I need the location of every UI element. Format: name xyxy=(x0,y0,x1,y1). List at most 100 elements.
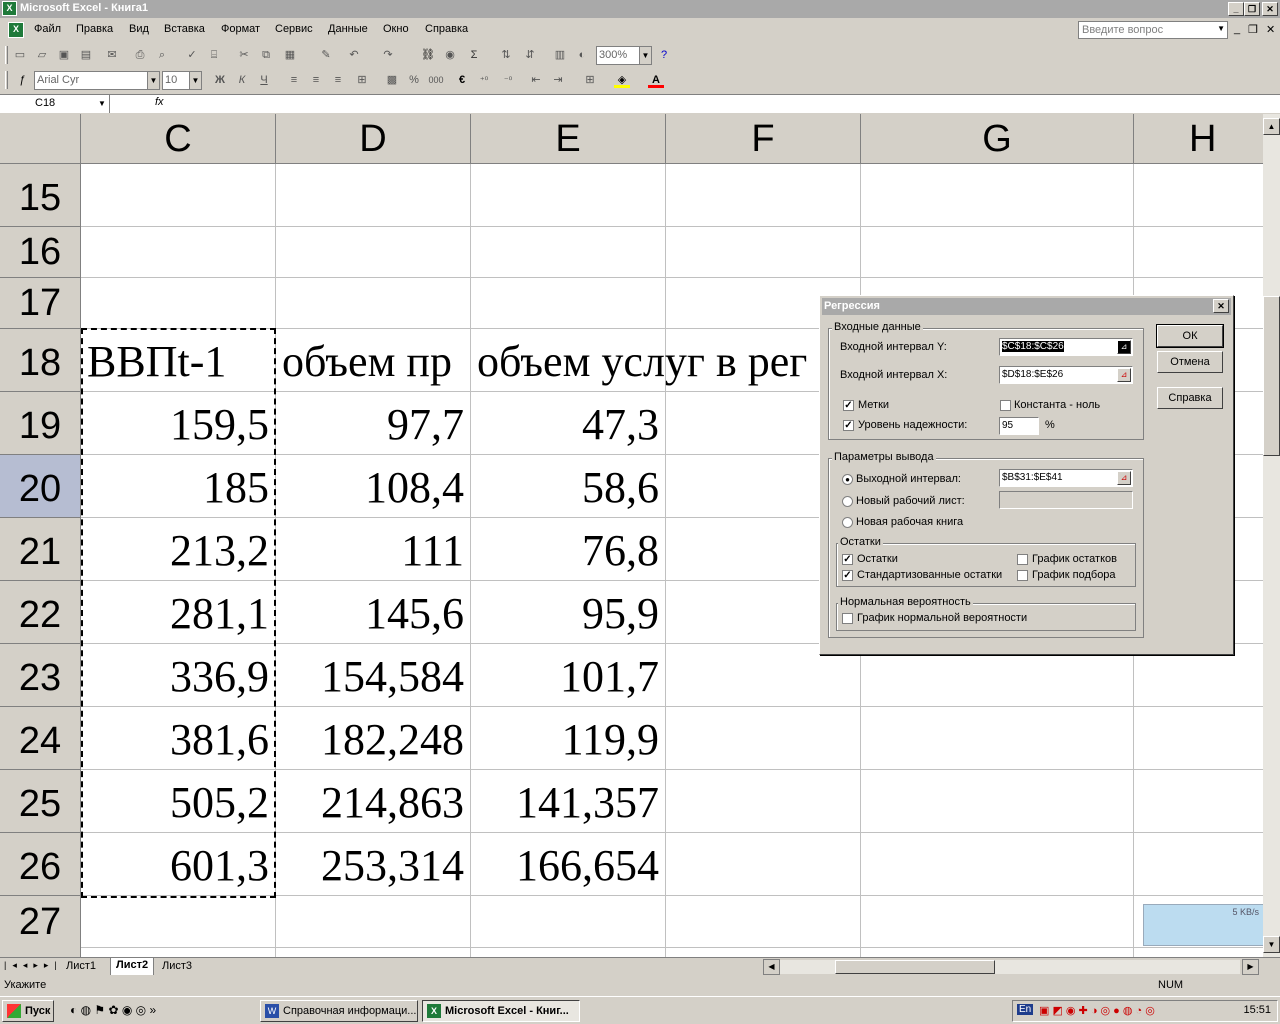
tab-nav-icons[interactable]: |◂◂▸▸| xyxy=(4,960,63,971)
row-header-24[interactable]: 24 xyxy=(0,707,81,770)
align-right-icon[interactable]: ≡ xyxy=(330,72,346,88)
row-header-22[interactable]: 22 xyxy=(0,581,81,644)
residuals-checkbox[interactable]: ✓ xyxy=(842,554,853,565)
taskbar-excel-window[interactable]: X Microsoft Excel - Книг... xyxy=(422,1000,580,1022)
research-icon[interactable]: ⌸ xyxy=(206,47,222,63)
menu-file[interactable]: Файл xyxy=(34,23,61,35)
std-residuals-checkbox[interactable]: ✓ xyxy=(842,570,853,581)
cell-e22[interactable]: 95,9 xyxy=(471,586,665,642)
language-indicator[interactable]: En xyxy=(1017,1004,1034,1015)
toolbar-grip[interactable] xyxy=(5,46,8,64)
paste-icon[interactable]: ▦ xyxy=(282,47,298,63)
constant-zero-checkbox[interactable] xyxy=(1000,400,1011,411)
merge-center-icon[interactable]: ⊞ xyxy=(354,72,370,88)
cell-e25[interactable]: 141,357 xyxy=(471,775,665,831)
row-header-23[interactable]: 23 xyxy=(0,644,81,707)
fx-label[interactable]: fx xyxy=(155,96,164,108)
open-icon[interactable]: ▱ xyxy=(34,47,50,63)
fill-color-icon[interactable]: ◈ xyxy=(614,72,630,88)
menu-help[interactable]: Справка xyxy=(425,23,468,35)
chart-wizard-icon[interactable]: ◉ xyxy=(442,47,458,63)
cell-d21[interactable]: 111 xyxy=(276,523,470,579)
sort-asc-icon[interactable]: ⇅ xyxy=(498,47,514,63)
cell-e23[interactable]: 101,7 xyxy=(471,649,665,705)
row-header-15[interactable]: 15 xyxy=(0,164,81,227)
cell-e18[interactable]: объем услуг в рег xyxy=(477,334,859,390)
row-header-19[interactable]: 19 xyxy=(0,392,81,455)
horizontal-scroll-thumb[interactable] xyxy=(835,960,995,974)
align-left-icon[interactable]: ≡ xyxy=(286,72,302,88)
percent-button[interactable]: % xyxy=(406,72,422,88)
print-icon[interactable]: ⎙ xyxy=(132,47,148,63)
row-header-26[interactable]: 26 xyxy=(0,833,81,896)
spelling-icon[interactable]: ✓ xyxy=(184,47,200,63)
name-box[interactable]: C18 ▼ xyxy=(0,95,110,113)
select-all-corner[interactable] xyxy=(0,114,81,164)
cell-d25[interactable]: 214,863 xyxy=(276,775,470,831)
column-header-d[interactable]: D xyxy=(276,114,471,164)
hyperlink-icon[interactable]: ⛓ xyxy=(420,47,436,63)
new-sheet-radio[interactable] xyxy=(842,496,853,507)
decrease-decimal-icon[interactable]: ⁻⁰ xyxy=(500,72,516,88)
doc-close-button[interactable]: ✕ xyxy=(1266,23,1275,36)
workbook-icon[interactable]: X xyxy=(8,22,24,38)
row-header-21[interactable]: 21 xyxy=(0,518,81,581)
size-dropdown-icon[interactable]: ▼ xyxy=(189,72,201,89)
cell-d20[interactable]: 108,4 xyxy=(276,460,470,516)
horizontal-scrollbar[interactable] xyxy=(780,960,1240,974)
chart-icon[interactable]: ▥ xyxy=(552,47,568,63)
column-header-g[interactable]: G xyxy=(861,114,1134,164)
help-dropdown-icon[interactable]: ▼ xyxy=(1217,24,1225,33)
save-icon[interactable]: ▣ xyxy=(56,47,72,63)
row-header-18[interactable]: 18 xyxy=(0,329,81,392)
dialog-title-bar[interactable]: Регрессия ✕ xyxy=(822,298,1231,315)
cell-d19[interactable]: 97,7 xyxy=(276,397,470,453)
bold-button[interactable]: Ж xyxy=(212,72,228,88)
column-header-h[interactable]: H xyxy=(1134,114,1263,164)
cell-e24[interactable]: 119,9 xyxy=(471,712,665,768)
format-painter-icon[interactable]: ✎ xyxy=(318,47,334,63)
doc-minimize-button[interactable]: _ xyxy=(1234,23,1240,35)
toolbar-grip[interactable] xyxy=(5,71,8,89)
ok-button[interactable]: ОК xyxy=(1156,324,1224,348)
tab-sheet2[interactable]: Лист2 xyxy=(110,958,155,975)
help-icon[interactable]: ? xyxy=(656,47,672,63)
cell-e20[interactable]: 58,6 xyxy=(471,460,665,516)
cell-d22[interactable]: 145,6 xyxy=(276,586,470,642)
menu-window[interactable]: Окно xyxy=(383,23,409,35)
taskbar-help-window[interactable]: W Справочная информаци... xyxy=(260,1000,418,1022)
underline-button[interactable]: Ч xyxy=(256,72,272,88)
cut-icon[interactable]: ✂ xyxy=(236,47,252,63)
currency-icon[interactable]: ▩ xyxy=(384,72,400,88)
maximize-button[interactable]: ❐ xyxy=(1244,2,1260,16)
new-book-radio[interactable] xyxy=(842,517,853,528)
permission-icon[interactable]: ▤ xyxy=(78,47,94,63)
doc-restore-button[interactable]: ❐ xyxy=(1248,23,1258,36)
fit-plot-checkbox[interactable] xyxy=(1017,570,1028,581)
cell-e26[interactable]: 166,654 xyxy=(471,838,665,894)
vertical-scroll-thumb[interactable] xyxy=(1263,296,1280,456)
scroll-right-icon[interactable]: ▶ xyxy=(1242,959,1259,975)
row-header-20[interactable]: 20 xyxy=(0,455,81,518)
menu-tools[interactable]: Сервис xyxy=(275,23,313,35)
decrease-indent-icon[interactable]: ⇤ xyxy=(528,72,544,88)
font-select[interactable]: Arial Cyr ▼ xyxy=(34,71,160,90)
output-range-ref-icon[interactable]: ⊿ xyxy=(1117,471,1131,485)
redo-icon[interactable]: ↷ xyxy=(380,47,396,63)
close-button[interactable]: ✕ xyxy=(1262,2,1278,16)
cell-e21[interactable]: 76,8 xyxy=(471,523,665,579)
italic-button[interactable]: К xyxy=(234,72,250,88)
cell-d23[interactable]: 154,584 xyxy=(276,649,470,705)
cell-e19[interactable]: 47,3 xyxy=(471,397,665,453)
align-center-icon[interactable]: ≡ xyxy=(308,72,324,88)
scroll-up-icon[interactable]: ▲ xyxy=(1263,118,1280,135)
sort-desc-icon[interactable]: ⇵ xyxy=(522,47,538,63)
autosum-icon[interactable]: Σ xyxy=(466,47,482,63)
copy-icon[interactable]: ⧉ xyxy=(258,47,274,63)
scroll-left-icon[interactable]: ◀ xyxy=(763,959,780,975)
dialog-close-button[interactable]: ✕ xyxy=(1213,299,1229,313)
scroll-down-icon[interactable]: ▼ xyxy=(1263,936,1280,953)
tab-sheet1[interactable]: Лист1 xyxy=(66,960,96,972)
menu-edit[interactable]: Правка xyxy=(76,23,113,35)
print-preview-icon[interactable]: ⌕ xyxy=(154,47,170,63)
